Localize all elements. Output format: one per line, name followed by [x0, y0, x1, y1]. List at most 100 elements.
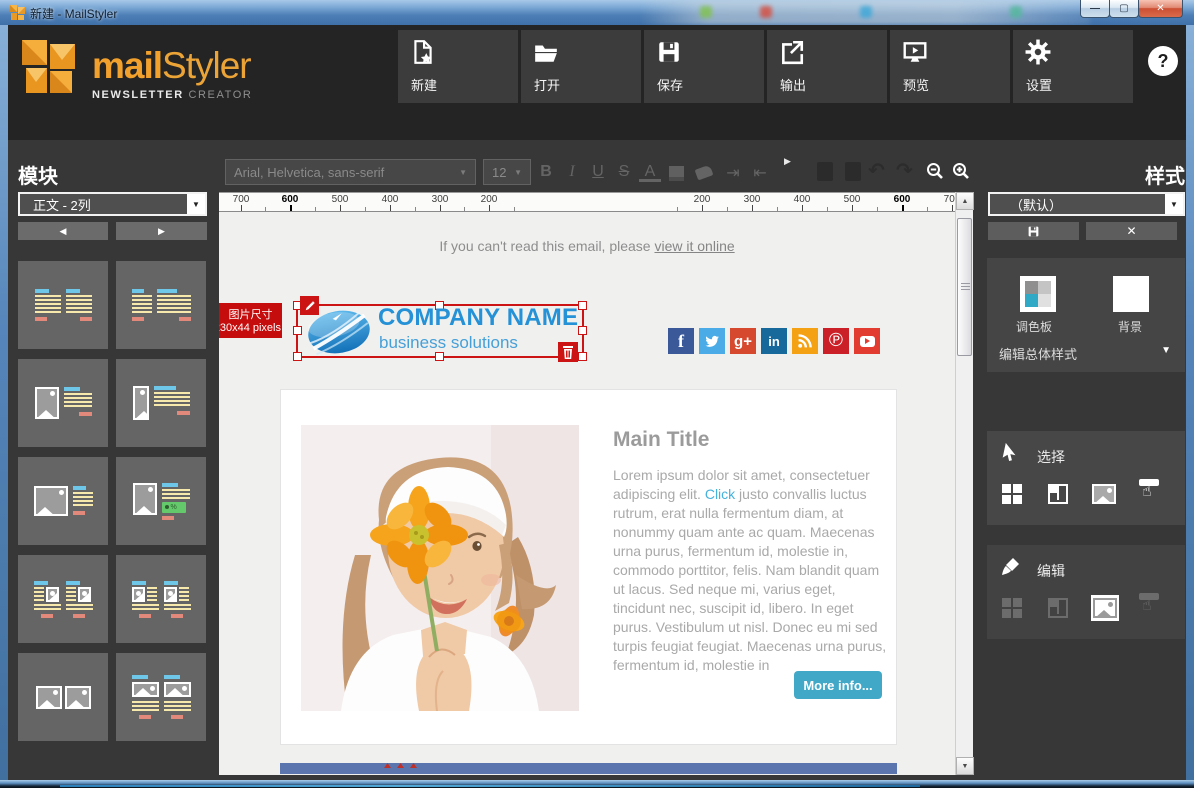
select-module-button[interactable] [999, 481, 1025, 507]
scroll-up-button[interactable]: ▲ [956, 192, 974, 210]
module-thumbnail-two-images[interactable] [18, 653, 108, 741]
toolbar-open-button[interactable]: 打开 [521, 30, 641, 103]
edit-overall-style-label[interactable]: 编辑总体样式 [999, 344, 1077, 363]
chevron-down-icon: ▼ [514, 168, 522, 177]
module-page-next-button[interactable]: ▶ [116, 222, 207, 240]
modules-panel-title: 模块 [18, 160, 58, 189]
twitter-icon[interactable] [699, 328, 725, 354]
scrollbar-thumb[interactable] [957, 218, 972, 356]
toolbar-new-label: 新建 [411, 75, 437, 94]
italic-button[interactable]: I [561, 163, 583, 181]
module-page-prev-button[interactable]: ◀ [18, 222, 108, 240]
linkedin-icon[interactable]: in [761, 328, 787, 354]
strikethrough-button[interactable]: S [613, 163, 635, 181]
undo-icon[interactable]: ↶ [868, 158, 885, 183]
rss-icon[interactable] [792, 328, 818, 354]
module-thumbnail-2col-text-image-right[interactable] [18, 555, 108, 643]
select-button-element-button[interactable]: ☝ [1137, 479, 1163, 505]
maximize-button[interactable]: ▢ [1109, 0, 1139, 18]
minimize-button[interactable]: — [1080, 0, 1110, 18]
selection-handle-e[interactable] [578, 326, 587, 335]
highlight-color-button[interactable] [669, 166, 684, 181]
chevron-down-icon[interactable]: ▼ [187, 194, 205, 214]
selection-handle-se[interactable] [578, 352, 587, 361]
toolbar-save-button[interactable]: 保存 [644, 30, 764, 103]
close-button[interactable]: ✕ [1138, 0, 1183, 18]
company-logo-globe[interactable] [305, 306, 373, 361]
desktop-blur-dot [1010, 6, 1022, 18]
toolbar-preview-label: 预览 [903, 75, 929, 94]
bold-button[interactable]: B [535, 163, 557, 181]
delete-image-button[interactable] [558, 342, 578, 362]
click-link[interactable]: Click [705, 486, 735, 502]
next-block-top-bar[interactable] [280, 763, 897, 774]
google-plus-icon[interactable]: g+ [730, 328, 756, 354]
paste-button[interactable] [817, 162, 833, 181]
style-preset-value: （默认） [1010, 195, 1062, 214]
paste-special-button[interactable] [845, 162, 861, 181]
module-thumbnail-text-2col-wide[interactable] [116, 261, 206, 349]
canvas-scrollbar[interactable]: ▲ ▼ [955, 192, 973, 775]
window-border-bottom [0, 780, 1194, 788]
module-thumbnail-image-text-price-tag[interactable]: % [116, 457, 206, 545]
font-family-dropdown[interactable]: Arial, Helvetica, sans-serif ▼ [225, 159, 476, 185]
module-thumbnail-text-2col[interactable] [18, 261, 108, 349]
edit-cell-button[interactable] [1045, 595, 1071, 621]
module-thumbnail-image-narrow-text[interactable] [116, 359, 206, 447]
pinterest-icon[interactable]: ℗ [823, 328, 849, 354]
toolbar-settings-label: 设置 [1026, 75, 1052, 94]
toolbar-preview-button[interactable]: 预览 [890, 30, 1010, 103]
view-online-link[interactable]: view it online [654, 238, 734, 254]
scroll-down-button[interactable]: ▼ [956, 757, 974, 775]
edit-button-element-button[interactable]: ☝ [1137, 593, 1163, 619]
toolbar-new-button[interactable]: 新建 [398, 30, 518, 103]
image-icon [1093, 598, 1117, 618]
module-thumbnail-2col-image-text[interactable] [116, 653, 206, 741]
palette-button[interactable] [1020, 276, 1056, 312]
module-category-dropdown[interactable]: 正文 - 2列 ▼ [18, 192, 207, 216]
toolbar-expand-arrow[interactable]: ▶ [784, 156, 791, 167]
underline-button[interactable]: U [587, 163, 609, 181]
zoom-in-icon[interactable] [951, 161, 971, 186]
font-size-dropdown[interactable]: 12 ▼ [483, 159, 531, 185]
design-canvas[interactable]: If you can't read this email, please vie… [219, 212, 955, 775]
window-border-right [1186, 25, 1194, 780]
grid-cell-icon [1048, 484, 1068, 504]
toolbar-export-button[interactable]: 输出 [767, 30, 887, 103]
youtube-icon[interactable] [854, 328, 880, 354]
selection-handle-sw[interactable] [293, 352, 302, 361]
selection-handle-w[interactable] [293, 326, 302, 335]
toolbar-settings-button[interactable]: 设置 [1013, 30, 1133, 103]
facebook-icon[interactable]: f [668, 328, 694, 354]
zoom-out-icon[interactable] [925, 161, 945, 186]
select-cell-button[interactable] [1045, 481, 1071, 507]
article-photo[interactable] [301, 425, 579, 716]
indent-decrease-button[interactable]: ⇤ [749, 163, 771, 183]
title-bar[interactable]: 新建 - MailStyler — ▢ ✕ [0, 0, 1194, 25]
edit-image-button-active[interactable] [1091, 595, 1119, 621]
more-info-button[interactable]: More info... [794, 671, 882, 699]
select-image-button[interactable] [1091, 481, 1117, 507]
company-name-text: COMPANY NAME [378, 304, 578, 332]
redo-icon[interactable]: ↷ [896, 158, 913, 183]
help-button[interactable]: ? [1148, 46, 1178, 76]
style-save-button[interactable] [988, 222, 1079, 240]
style-delete-button[interactable]: ✕ [1086, 222, 1177, 240]
module-thumbnail-image-portrait-text[interactable] [18, 359, 108, 447]
chevron-down-icon[interactable]: ▼ [1165, 194, 1183, 214]
selection-handle-ne[interactable] [578, 301, 587, 310]
indent-increase-button[interactable]: ⇥ [722, 163, 744, 183]
font-color-button[interactable]: A [639, 163, 661, 182]
background-color-button[interactable] [1113, 276, 1149, 312]
module-thumbnail-2col-image-left-text[interactable] [116, 555, 206, 643]
style-preset-dropdown[interactable]: （默认） ▼ [988, 192, 1185, 216]
button-hand-icon: ☝ [1138, 593, 1162, 619]
grid-icon [1002, 484, 1022, 504]
module-thumbnail-image-landscape-text[interactable] [18, 457, 108, 545]
image-size-tooltip: 图片尺寸 230x44 pixels [219, 303, 282, 338]
expand-overall-style-icon[interactable]: ▼ [1161, 345, 1171, 356]
edit-module-button[interactable] [999, 595, 1025, 621]
newsletter-content-block[interactable]: Main Title Lorem ipsum dolor sit amet, c… [280, 389, 897, 745]
selection-handle-s[interactable] [435, 352, 444, 361]
eraser-button[interactable] [695, 165, 714, 181]
